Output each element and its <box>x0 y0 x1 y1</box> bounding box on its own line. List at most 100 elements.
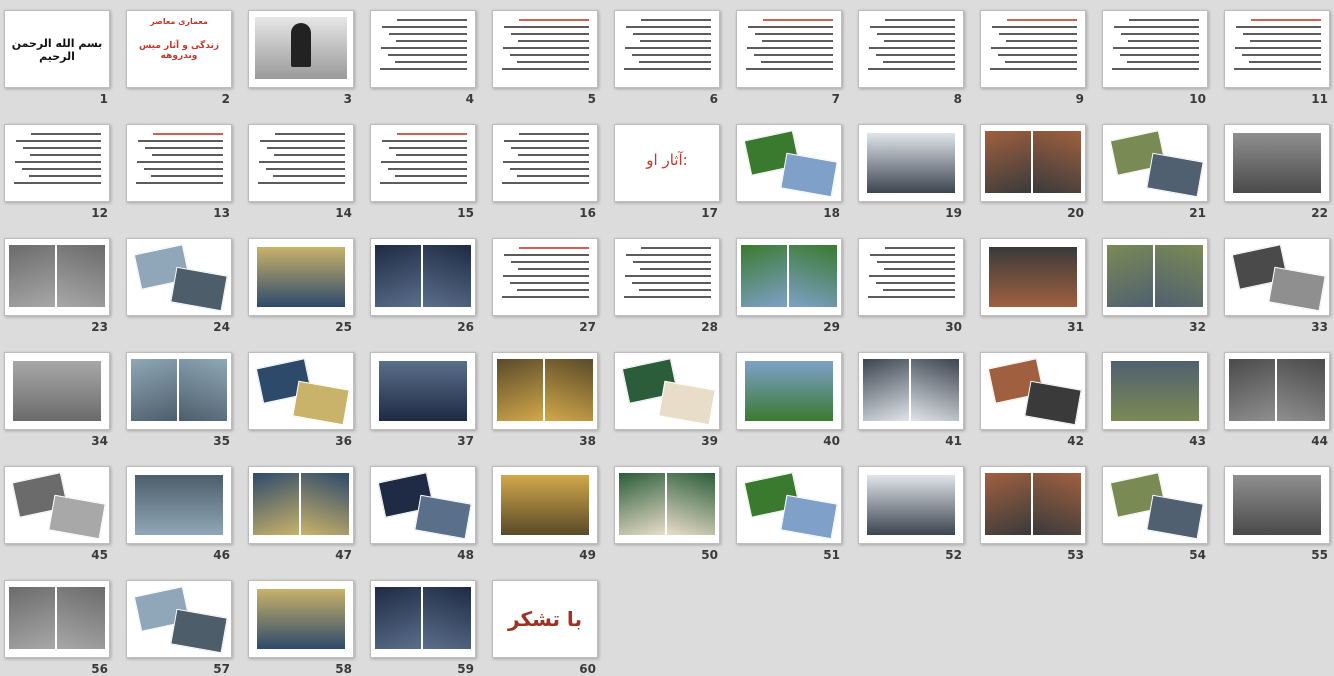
slide-thumbnail[interactable] <box>980 124 1086 202</box>
slide-content <box>493 239 597 315</box>
text-line <box>396 154 467 156</box>
slide-thumbnail[interactable] <box>492 352 598 430</box>
text-line <box>1242 54 1321 56</box>
slide-number: 57 <box>213 662 230 676</box>
slide-photo <box>1268 266 1326 312</box>
slide-thumbnail[interactable] <box>1102 10 1208 88</box>
slide-thumbnail[interactable] <box>126 352 232 430</box>
text-line <box>511 147 589 149</box>
slide-thumbnail[interactable] <box>126 580 232 658</box>
slide-thumbnail[interactable] <box>370 238 476 316</box>
slide-thumbnail[interactable] <box>248 124 354 202</box>
slide-thumbnail[interactable] <box>248 580 354 658</box>
slide-thumbnail[interactable] <box>614 238 720 316</box>
slide-thumbnail[interactable]: معماری معاصر زندگی و آثار میس وندروهه <box>126 10 232 88</box>
text-line <box>876 54 955 56</box>
slide-thumbnail[interactable] <box>736 238 842 316</box>
slide-thumbnail[interactable] <box>1224 466 1330 544</box>
slide-photo <box>780 494 838 540</box>
slide-thumbnail[interactable] <box>1102 124 1208 202</box>
slide-thumbnail[interactable] <box>614 10 720 88</box>
text-line <box>502 182 589 184</box>
slide-content <box>371 581 475 657</box>
text-line <box>877 261 955 263</box>
slide-thumbnail[interactable] <box>858 238 964 316</box>
slide-thumbnail[interactable]: آثار او: <box>614 124 720 202</box>
slide-thumbnail[interactable] <box>370 352 476 430</box>
slide-thumbnail[interactable] <box>1224 352 1330 430</box>
slide-thumbnail[interactable] <box>614 466 720 544</box>
text-line <box>639 61 711 63</box>
slide-content <box>615 467 719 543</box>
slide-thumbnail[interactable] <box>248 10 354 88</box>
text-line <box>517 61 589 63</box>
slide-thumbnail[interactable] <box>370 580 476 658</box>
text-line <box>746 68 833 70</box>
slide-number: 3 <box>343 92 352 106</box>
slide-number: 44 <box>1311 434 1328 448</box>
slide-number: 14 <box>335 206 352 220</box>
slide-thumbnail[interactable] <box>1102 238 1208 316</box>
slide-thumbnail[interactable] <box>1102 466 1208 544</box>
slide-thumbnail[interactable] <box>492 124 598 202</box>
slide-thumbnail[interactable] <box>736 10 842 88</box>
slide-thumbnail[interactable] <box>4 352 110 430</box>
slide-thumbnail[interactable] <box>736 466 842 544</box>
slide-thumbnail[interactable] <box>126 124 232 202</box>
slide-thumbnail[interactable]: بسم الله الرحمن الرحیم <box>4 10 110 88</box>
slide-number: 56 <box>91 662 108 676</box>
text-line <box>625 275 711 277</box>
slide-number: 58 <box>335 662 352 676</box>
slide-thumbnail[interactable] <box>126 238 232 316</box>
slide-thumbnail[interactable] <box>248 238 354 316</box>
slide-thumbnail[interactable] <box>248 466 354 544</box>
slide-thumbnail[interactable] <box>248 352 354 430</box>
slide-thumbnail[interactable] <box>126 466 232 544</box>
slide-photo <box>1233 475 1321 535</box>
slide-content <box>1103 11 1207 87</box>
slide-number: 55 <box>1311 548 1328 562</box>
slide-thumbnail[interactable] <box>4 466 110 544</box>
text-line <box>869 275 955 277</box>
slide-content <box>615 353 719 429</box>
slide-content <box>859 11 963 87</box>
text-line <box>632 282 711 284</box>
slide-thumbnail[interactable] <box>858 124 964 202</box>
text-line <box>380 182 467 184</box>
slide-thumbnail[interactable] <box>980 466 1086 544</box>
slide-content <box>249 125 353 201</box>
slide-thumbnail[interactable] <box>1224 124 1330 202</box>
slide-thumbnail[interactable] <box>980 10 1086 88</box>
slide-thumbnail[interactable] <box>1224 10 1330 88</box>
slide-thumbnail[interactable] <box>980 238 1086 316</box>
text-line <box>511 261 589 263</box>
text-line <box>504 26 589 28</box>
slide-thumbnail[interactable]: با تشکر <box>492 580 598 658</box>
slide-thumbnail[interactable] <box>858 466 964 544</box>
slide-thumbnail[interactable] <box>858 352 964 430</box>
slide-thumbnail[interactable] <box>980 352 1086 430</box>
slide-thumbnail[interactable] <box>4 124 110 202</box>
slide-thumbnail[interactable] <box>370 10 476 88</box>
text-line <box>1007 19 1077 21</box>
slide-thumbnail[interactable] <box>492 238 598 316</box>
slide-thumbnail[interactable] <box>492 466 598 544</box>
slide-thumbnail[interactable] <box>4 238 110 316</box>
slide-thumbnail[interactable] <box>858 10 964 88</box>
text-line <box>869 47 955 49</box>
slide-number: 38 <box>579 434 596 448</box>
slide-thumbnail[interactable] <box>736 352 842 430</box>
slide-thumbnail[interactable] <box>492 10 598 88</box>
slide-thumbnail[interactable] <box>614 352 720 430</box>
slide-photo <box>780 152 838 198</box>
slide-thumbnail[interactable] <box>736 124 842 202</box>
slide-content <box>615 239 719 315</box>
slide-photo <box>911 359 959 421</box>
slide-thumbnail[interactable] <box>370 124 476 202</box>
slide-thumbnail[interactable] <box>1102 352 1208 430</box>
slide-thumbnail[interactable] <box>370 466 476 544</box>
slide-thumbnail[interactable] <box>4 580 110 658</box>
text-line <box>16 140 101 142</box>
slide-thumbnail[interactable] <box>1224 238 1330 316</box>
slide-number: 20 <box>1067 206 1084 220</box>
